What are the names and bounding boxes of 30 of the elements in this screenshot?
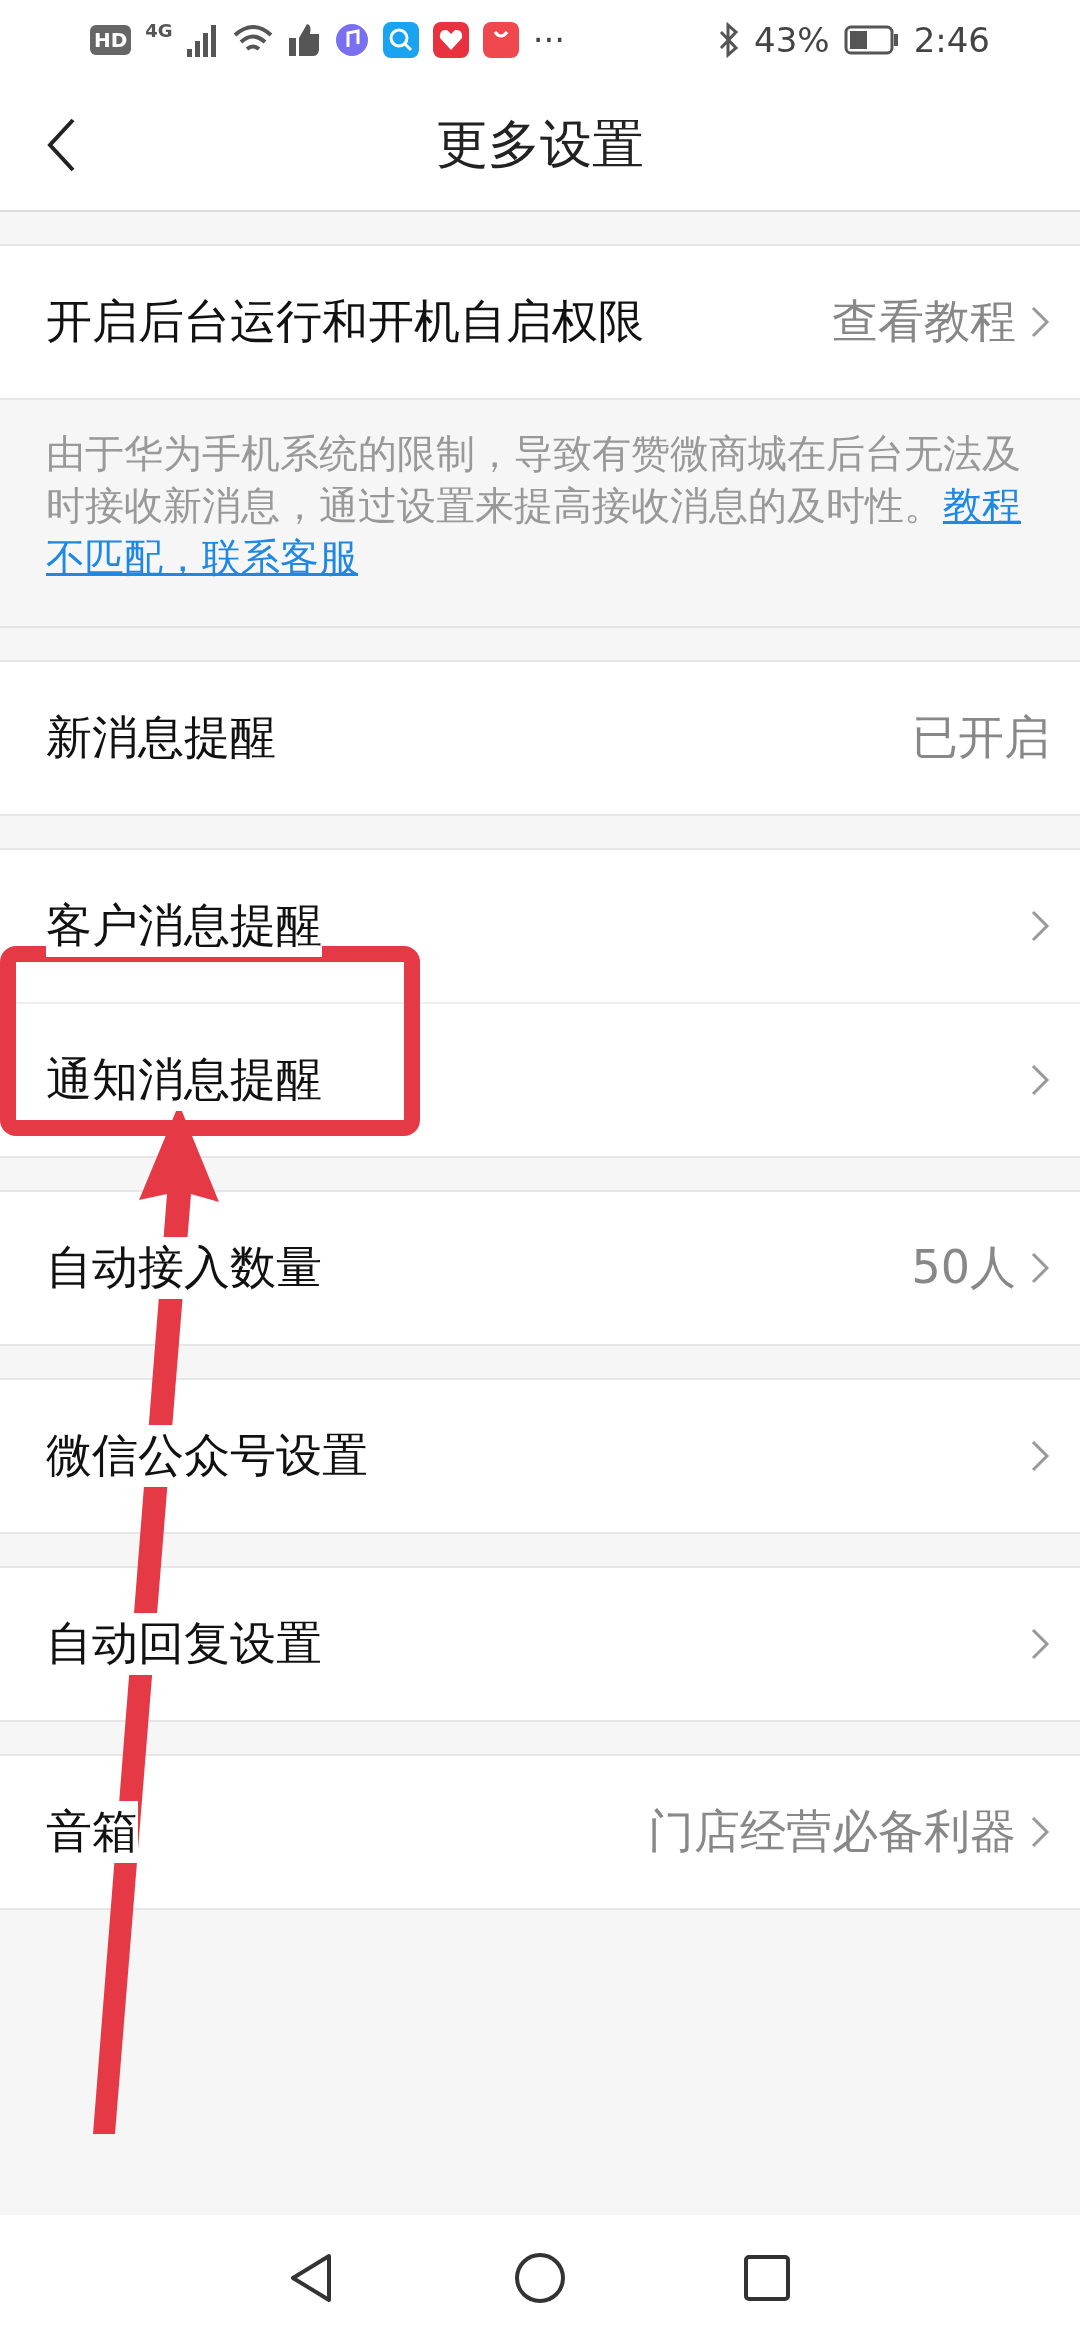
setting-value: 查看教程 (832, 293, 1016, 350)
setting-value: 50人 (911, 1239, 1016, 1296)
battery-icon (843, 25, 900, 55)
settings-row[interactable]: 音箱 门店经营必备利器 (0, 1756, 1080, 1910)
back-chevron-icon (46, 118, 76, 172)
settings-row[interactable]: 开启后台运行和开机自启权限 查看教程 (0, 246, 1080, 400)
search-app-icon (382, 22, 419, 58)
music-app-icon (334, 23, 369, 57)
setting-label: 音箱 (46, 1801, 138, 1863)
more-notifications: ··· (532, 20, 566, 60)
settings-row[interactable]: 通知消息提醒 (0, 1004, 1080, 1158)
signal-icon (186, 23, 219, 57)
settings-row[interactable]: 微信公众号设置 (0, 1380, 1080, 1534)
app-icon (432, 22, 469, 58)
clock-time: 2:46 (913, 20, 990, 60)
settings-row[interactable]: 自动回复设置 (0, 1568, 1080, 1722)
page-title: 更多设置 (436, 113, 644, 176)
setting-value: 已开启 (912, 709, 1050, 766)
setting-label: 微信公众号设置 (46, 1425, 368, 1487)
settings-row[interactable]: 新消息提醒 已开启 (0, 662, 1080, 816)
store-app-icon (482, 22, 519, 58)
network-type: 4G (145, 20, 173, 41)
settings-row[interactable]: 客户消息提醒 (0, 850, 1080, 1004)
hd-indicator: HD (90, 25, 132, 55)
settings-row[interactable]: 自动接入数量 50人 (0, 1192, 1080, 1346)
thumbs-up-icon (286, 22, 321, 58)
setting-value: 门店经营必备利器 (648, 1803, 1016, 1860)
info-note: 由于华为手机系统的限制，导致有赞微商城在后台无法及时接收新消息，通过设置来提高接收消息的及时性。教程 不匹配，联系客服 (0, 400, 1080, 628)
bluetooth-icon (718, 22, 741, 58)
battery-percent: 43% (754, 20, 830, 60)
